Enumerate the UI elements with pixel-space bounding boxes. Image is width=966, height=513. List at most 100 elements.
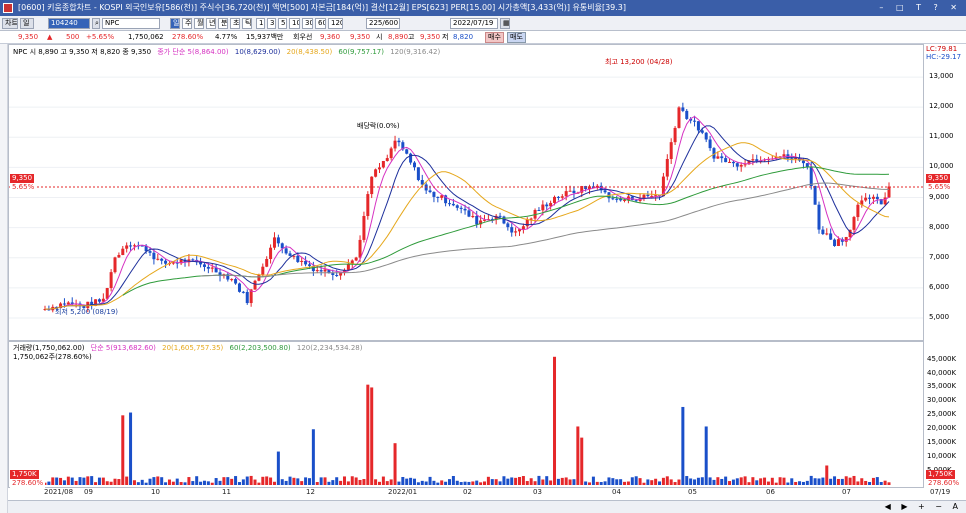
- candle-body: [436, 196, 440, 198]
- volume-bar: [358, 479, 362, 485]
- tab-day[interactable]: 일: [170, 18, 180, 29]
- tab-week[interactable]: 주: [182, 18, 192, 29]
- volume-bar: [576, 426, 580, 485]
- candle-body: [525, 219, 529, 227]
- minute-1-button[interactable]: 1: [256, 18, 265, 29]
- stock-code-input[interactable]: 104240: [48, 18, 90, 29]
- volume-chart-pane[interactable]: 거래량(1,750,062.00) 단순 5(913,682.60) 20(1,…: [8, 341, 924, 488]
- candle-body: [751, 159, 755, 161]
- ma120-legend: 120(9,316.42): [390, 48, 441, 56]
- low-value: 8,820: [453, 33, 474, 41]
- volume-bar: [848, 477, 852, 485]
- volume-bar: [720, 478, 724, 485]
- volume-bar: [704, 426, 708, 485]
- range-field[interactable]: 225/600: [366, 18, 400, 29]
- price-chart-pane[interactable]: NPC 시 8,890 고 9,350 저 8,820 종 9,350 종가 단…: [8, 44, 924, 341]
- candle-body: [109, 272, 113, 289]
- volume-bar: [140, 479, 144, 485]
- zoom-controls[interactable]: ◀ ▶ + − A: [885, 502, 962, 511]
- minute-120-button[interactable]: 120: [328, 18, 343, 29]
- candle-body: [210, 267, 214, 269]
- candle-body: [405, 149, 409, 154]
- x-label-09: 09: [84, 488, 93, 496]
- date-field[interactable]: 2022/07/19: [450, 18, 498, 29]
- volume-bar: [237, 482, 241, 485]
- moving-average-line: [44, 115, 890, 310]
- volume-bar: [731, 479, 735, 485]
- volume-bar: [790, 478, 794, 485]
- volume-bar: [245, 476, 249, 485]
- volume-bar: [572, 479, 576, 485]
- volume-bar: [510, 477, 514, 485]
- candle-body: [864, 197, 868, 201]
- window-controls[interactable]: – □ T ? ✕: [879, 0, 962, 16]
- volume-bar: [362, 479, 366, 485]
- tab-minute[interactable]: 분: [218, 18, 228, 29]
- volume-bar: [677, 479, 681, 485]
- candle-body: [829, 233, 833, 240]
- volume-bar: [377, 481, 381, 485]
- candle-body: [471, 215, 475, 217]
- volume-bar: [459, 482, 463, 485]
- candle-body: [809, 166, 813, 187]
- drawing-tool-strip[interactable]: [0, 44, 8, 513]
- calendar-icon[interactable]: ▦: [500, 18, 510, 29]
- minute-3-button[interactable]: 3: [267, 18, 276, 29]
- candle-body: [202, 264, 206, 267]
- volume-pct: 278.60%: [172, 33, 204, 41]
- candle-body: [564, 191, 568, 197]
- tab-month[interactable]: 월: [194, 18, 204, 29]
- volume-bar: [416, 482, 420, 485]
- candle-body: [129, 245, 133, 247]
- chart-bottom-scrollbar[interactable]: ◀ ▶ + − A: [8, 500, 966, 513]
- toolbar-period-button[interactable]: 일: [20, 18, 34, 29]
- candle-body: [704, 132, 708, 140]
- candle-body: [669, 142, 673, 159]
- volume-bar: [323, 477, 327, 485]
- minute-10-button[interactable]: 10: [289, 18, 300, 29]
- volume-bar: [638, 478, 642, 485]
- volume-bar: [479, 482, 483, 485]
- candle-body: [836, 239, 840, 246]
- candle-body: [269, 247, 273, 259]
- minute-5-button[interactable]: 5: [278, 18, 287, 29]
- volume-bar: [241, 479, 245, 485]
- tab-year[interactable]: 년: [206, 18, 216, 29]
- tab-second[interactable]: 초: [230, 18, 240, 29]
- candle-body: [416, 167, 420, 181]
- volume-bar: [385, 481, 389, 485]
- buy-button[interactable]: 매수: [485, 32, 504, 43]
- search-icon[interactable]: ⌕: [92, 18, 100, 29]
- tab-tick[interactable]: 틱: [242, 18, 252, 29]
- volume-bar: [541, 479, 545, 485]
- volume-y-axis: 45,000K 40,000K 35,000K 30,000K 25,000K 20,00…: [924, 341, 966, 488]
- minute-30-button[interactable]: 30: [302, 18, 313, 29]
- candle-body: [121, 248, 125, 256]
- low-annotation: 최저 5,200 (08/19): [55, 308, 119, 316]
- volume-bar: [467, 481, 471, 485]
- candle-body: [455, 205, 459, 208]
- volume-bar: [440, 480, 444, 485]
- price-y-tick: 13,000: [929, 72, 954, 81]
- volume-bar: [51, 477, 55, 485]
- candle-body: [265, 258, 269, 267]
- sell-button[interactable]: 매도: [507, 32, 526, 43]
- candle-body: [288, 253, 292, 256]
- toolbar-menu-button[interactable]: 차트: [2, 18, 18, 29]
- candle-body: [553, 196, 557, 203]
- volume-bar: [300, 481, 304, 485]
- candle-body: [362, 216, 366, 240]
- x-label-2021-08: 2021/08: [44, 488, 74, 496]
- x-label-05: 05: [688, 488, 697, 496]
- volume-bar: [428, 476, 432, 485]
- volume-bar: [626, 481, 630, 485]
- volume-bar: [708, 477, 712, 485]
- stock-name-field[interactable]: NPC: [102, 18, 160, 29]
- minute-60-button[interactable]: 60: [315, 18, 326, 29]
- candle-body: [821, 229, 825, 235]
- volume-bar: [642, 482, 646, 485]
- volume-bar: [521, 476, 525, 485]
- volume-bar: [498, 481, 502, 485]
- window-title-bar: [0600] 키움종합차트 - KOSPI 외국인보유[586(천)] 주식수[…: [0, 0, 966, 16]
- volume-bar: [374, 479, 378, 485]
